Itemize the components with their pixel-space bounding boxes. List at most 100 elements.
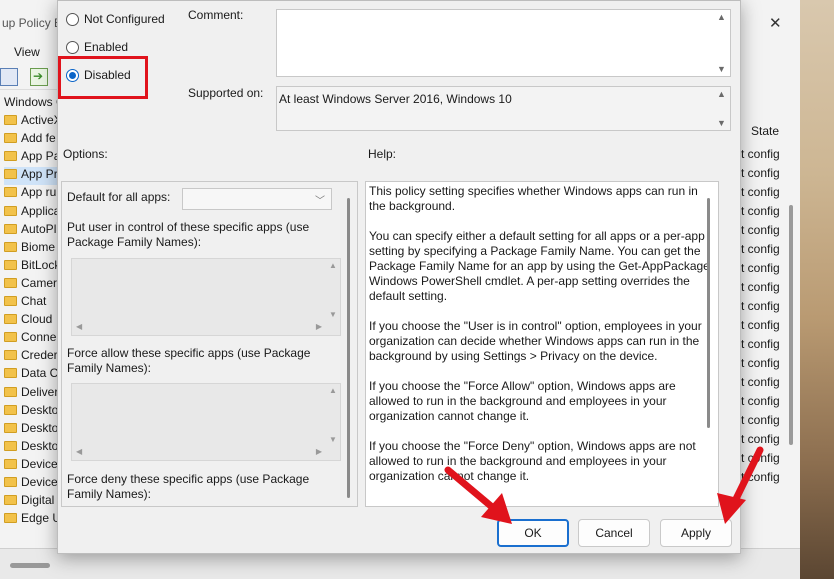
scrollbar-thumb[interactable] — [707, 198, 710, 428]
tree-item[interactable]: ActiveX — [4, 113, 62, 131]
tree-root-item[interactable]: Windows C — [4, 95, 65, 109]
window-title: up Policy E — [2, 16, 63, 30]
comment-field[interactable]: ▲ ▼ — [276, 9, 731, 77]
scroll-down-icon[interactable]: ▼ — [717, 64, 726, 74]
tree-item-label: Deskto — [21, 438, 59, 453]
tree-item-label: Digital — [21, 493, 55, 508]
state-column-header[interactable]: State — [751, 124, 779, 138]
tree-item-label: App ru — [21, 185, 57, 200]
force-allow-label: Force allow these specific apps (use Pac… — [67, 346, 311, 375]
list-h-scrollbar[interactable]: ◀ ▶ — [72, 446, 340, 460]
scroll-down-icon[interactable]: ▼ — [717, 118, 726, 128]
tree-item[interactable]: App Pa — [4, 149, 60, 167]
comment-scrollbar[interactable]: ▲ ▼ — [714, 10, 730, 76]
close-icon[interactable]: ✕ — [769, 14, 782, 32]
radio-enabled[interactable]: Enabled — [66, 37, 128, 57]
tree-item[interactable]: Camer — [4, 276, 57, 294]
help-panel: This policy setting specifies whether Wi… — [365, 181, 719, 507]
state-cell: t config — [741, 356, 780, 370]
tree-item[interactable]: Device — [4, 475, 58, 493]
radio-circle[interactable] — [66, 40, 79, 54]
scroll-up-icon[interactable]: ▲ — [717, 89, 726, 99]
tree-item-label: Cloud — [21, 312, 53, 327]
folder-icon — [4, 332, 17, 343]
vertical-scrollbar[interactable] — [789, 205, 793, 445]
tree-item[interactable]: Digital — [4, 493, 54, 511]
tree-item-label: Device — [21, 456, 58, 471]
help-text: This policy setting specifies whether Wi… — [369, 184, 710, 483]
tree-item[interactable]: Deskto — [4, 439, 58, 457]
folder-icon — [4, 223, 17, 234]
scrollbar-thumb[interactable] — [347, 198, 350, 498]
ok-button[interactable]: OK — [497, 519, 569, 547]
tree-item-label: Data C — [21, 366, 59, 381]
apply-button[interactable]: Apply — [660, 519, 732, 547]
tree-item-label: Creder — [21, 348, 58, 363]
tree-item-label: Device — [21, 475, 58, 489]
desktop-wallpaper — [800, 0, 834, 579]
tree-item[interactable]: Add fe — [4, 131, 56, 149]
chevron-down-icon[interactable]: ﹀ — [315, 192, 325, 207]
folder-icon — [4, 205, 17, 216]
export-list-icon[interactable] — [30, 68, 48, 86]
radio-label: Not Configured — [84, 12, 165, 26]
user-control-label: Put user in control of these specific ap… — [67, 220, 310, 249]
folder-icon — [4, 386, 17, 397]
policy-setting-dialog: Not Configured Enabled Disabled Comment:… — [57, 0, 741, 554]
tree-item[interactable]: Conne — [4, 330, 56, 348]
tree-item[interactable]: Deliver — [4, 385, 58, 403]
tree-item[interactable]: Biome — [4, 240, 55, 258]
supported-on-value: At least Windows Server 2016, Windows 10 — [279, 92, 512, 106]
tree-item[interactable]: Applica — [4, 204, 60, 222]
tree-item[interactable]: Edge U — [4, 511, 61, 529]
supported-on-field: At least Windows Server 2016, Windows 10… — [276, 86, 731, 131]
state-cell: t config — [741, 280, 780, 294]
state-cell: t config — [741, 223, 780, 237]
help-scrollbar[interactable] — [701, 182, 718, 506]
tree-item[interactable]: Deskto — [4, 403, 58, 421]
tree-item-label: Biome — [21, 239, 56, 254]
show-hide-tree-icon[interactable] — [0, 68, 18, 86]
cancel-button[interactable]: Cancel — [578, 519, 650, 547]
supported-scrollbar[interactable]: ▲ ▼ — [714, 87, 730, 130]
folder-icon — [4, 296, 17, 306]
tree-item[interactable]: App ru — [4, 185, 56, 203]
comment-label: Comment: — [188, 8, 244, 22]
user-control-list[interactable]: ▲ ▼ ◀ ▶ — [71, 258, 341, 336]
options-scrollbar[interactable] — [341, 182, 357, 506]
folder-icon — [4, 440, 17, 451]
tree-item[interactable]: Data C — [4, 366, 58, 384]
default-apps-dropdown[interactable]: ﹀ — [182, 188, 332, 210]
supported-on-label: Supported on: — [188, 86, 264, 100]
scroll-up-icon[interactable]: ▲ — [717, 12, 726, 22]
tree-item[interactable]: BitLock — [4, 258, 60, 276]
folder-icon — [4, 404, 17, 415]
radio-not-configured[interactable]: Not Configured — [66, 9, 165, 29]
help-label: Help: — [368, 147, 397, 161]
tree-item[interactable]: Chat — [4, 294, 46, 312]
tree-item[interactable]: Device — [4, 457, 58, 475]
state-cell: t config — [741, 147, 780, 161]
tree-item-label: ActiveX — [21, 113, 62, 127]
folder-icon — [4, 187, 17, 198]
force-allow-list[interactable]: ▲ ▼ ◀ ▶ — [71, 383, 341, 461]
state-cell: t config — [741, 261, 780, 275]
tree-item-label: Deskto — [21, 420, 59, 435]
tree-item[interactable]: Deskto — [4, 421, 58, 439]
radio-circle[interactable] — [66, 12, 79, 26]
tree-item[interactable]: Cloud — [4, 312, 52, 330]
settings-state-panel: ✕ State t config t config t config t config… — [740, 0, 800, 548]
state-cell: t config — [741, 451, 780, 465]
folder-icon — [4, 277, 17, 288]
horizontal-scrollbar[interactable] — [10, 563, 50, 568]
list-h-scrollbar[interactable]: ◀ ▶ — [72, 321, 340, 335]
folder-icon — [4, 477, 17, 487]
tree-item[interactable]: App Pr — [4, 167, 58, 186]
menu-view[interactable]: View — [14, 45, 40, 59]
tree-item[interactable]: Creder — [4, 348, 58, 366]
options-panel: Default for all apps: ﹀ Put user in cont… — [61, 181, 358, 507]
tree-item[interactable]: AutoPl — [4, 222, 56, 240]
annotation-highlight-box — [58, 56, 148, 99]
options-label: Options: — [63, 147, 108, 161]
tree-item-label: App Pa — [21, 149, 61, 164]
